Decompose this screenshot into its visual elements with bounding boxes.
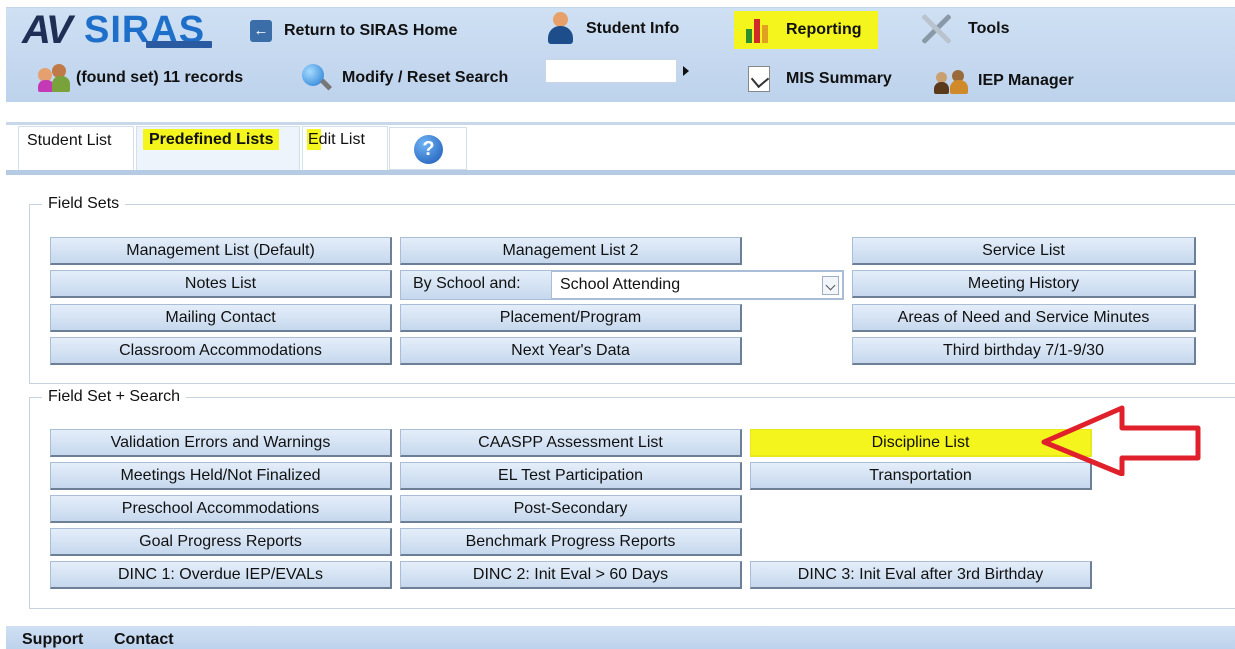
dinc1-button[interactable]: DINC 1: Overdue IEP/EVALs [50, 561, 392, 589]
goal-progress-button[interactable]: Goal Progress Reports [50, 528, 392, 556]
preschool-accommodations-button[interactable]: Preschool Accommodations [50, 495, 392, 523]
support-link[interactable]: Support [22, 631, 83, 649]
return-home-button[interactable]: ← Return to SIRAS Home [250, 20, 457, 42]
by-school-select[interactable]: School Attending [551, 271, 843, 299]
dinc2-button[interactable]: DINC 2: Init Eval > 60 Days [400, 561, 742, 589]
mailing-contact-button[interactable]: Mailing Contact [50, 304, 392, 332]
by-school-selected-value: School Attending [560, 276, 681, 293]
modify-search-label: Modify / Reset Search [342, 69, 509, 86]
placement-program-button[interactable]: Placement/Program [400, 304, 742, 332]
help-question-icon: ? [414, 135, 443, 164]
logo-systems-bar [146, 41, 212, 48]
checklist-icon [748, 66, 770, 92]
third-birthday-button[interactable]: Third birthday 7/1-9/30 [852, 337, 1196, 365]
users-group-icon [38, 64, 70, 92]
tab-predefined-lists-label: Predefined Lists [143, 129, 280, 150]
student-icon [546, 12, 574, 46]
annotation-arrow-icon [1041, 405, 1201, 476]
contact-link[interactable]: Contact [114, 631, 174, 649]
post-secondary-button[interactable]: Post-Secondary [400, 495, 742, 523]
tools-label: Tools [968, 20, 1010, 37]
tools-button[interactable]: Tools [918, 10, 1009, 48]
student-info-button[interactable]: Student Info [546, 12, 679, 46]
tab-edit-list-label: Edit List [307, 129, 365, 150]
reporting-label: Reporting [786, 21, 862, 38]
field-sets-legend: Field Sets [42, 195, 126, 213]
chevron-down-icon[interactable] [822, 276, 839, 295]
logo-av-text: AV [22, 8, 73, 52]
classroom-accommodations-button[interactable]: Classroom Accommodations [50, 337, 392, 365]
meetings-held-button[interactable]: Meetings Held/Not Finalized [50, 462, 392, 490]
next-years-data-button[interactable]: Next Year's Data [400, 337, 742, 365]
modify-search-button[interactable]: Modify / Reset Search [302, 64, 508, 92]
by-school-combo: By School and: School Attending [400, 270, 844, 300]
management-list-default-button[interactable]: Management List (Default) [50, 237, 392, 265]
return-arrow-icon: ← [250, 20, 272, 42]
magnifier-icon [302, 64, 333, 92]
notes-list-button[interactable]: Notes List [50, 270, 392, 298]
search-go-arrow-icon[interactable] [683, 66, 689, 76]
wrench-screwdriver-icon [918, 10, 956, 48]
validation-errors-button[interactable]: Validation Errors and Warnings [50, 429, 392, 457]
siras-logo[interactable]: AV SIRAS [22, 8, 214, 52]
footer-bar [6, 626, 1235, 649]
iep-manager-label: IEP Manager [978, 72, 1074, 89]
field-set-search-legend: Field Set + Search [42, 388, 187, 406]
search-input[interactable] [545, 59, 677, 83]
management-list-2-button[interactable]: Management List 2 [400, 237, 742, 265]
tab-strip-bottom-border [6, 170, 1235, 175]
dinc3-button[interactable]: DINC 3: Init Eval after 3rd Birthday [750, 561, 1092, 589]
reporting-button[interactable]: Reporting [734, 11, 878, 49]
iep-manager-button[interactable]: IEP Manager [934, 68, 1074, 94]
meeting-history-button[interactable]: Meeting History [852, 270, 1196, 298]
areas-of-need-button[interactable]: Areas of Need and Service Minutes [852, 304, 1196, 332]
return-home-label: Return to SIRAS Home [284, 22, 458, 39]
caaspp-assessment-button[interactable]: CAASPP Assessment List [400, 429, 742, 457]
tab-strip-top-border [6, 122, 1235, 125]
mis-summary-label: MIS Summary [786, 70, 892, 87]
el-test-participation-button[interactable]: EL Test Participation [400, 462, 742, 490]
reporting-chart-icon [744, 17, 774, 43]
by-school-label: By School and: [413, 275, 521, 292]
benchmark-progress-button[interactable]: Benchmark Progress Reports [400, 528, 742, 556]
service-list-button[interactable]: Service List [852, 237, 1196, 265]
tab-edit-list[interactable]: Edit List [302, 126, 388, 170]
tab-predefined-lists[interactable]: Predefined Lists [136, 126, 300, 170]
found-set-indicator[interactable]: (found set) 11 records [38, 64, 243, 92]
found-set-label: (found set) 11 records [76, 69, 244, 86]
iep-people-icon [934, 68, 968, 94]
mis-summary-button[interactable]: MIS Summary [748, 66, 892, 92]
help-button[interactable]: ? [389, 127, 467, 170]
tab-student-list[interactable]: Student List [18, 126, 134, 170]
student-info-label: Student Info [586, 20, 680, 37]
